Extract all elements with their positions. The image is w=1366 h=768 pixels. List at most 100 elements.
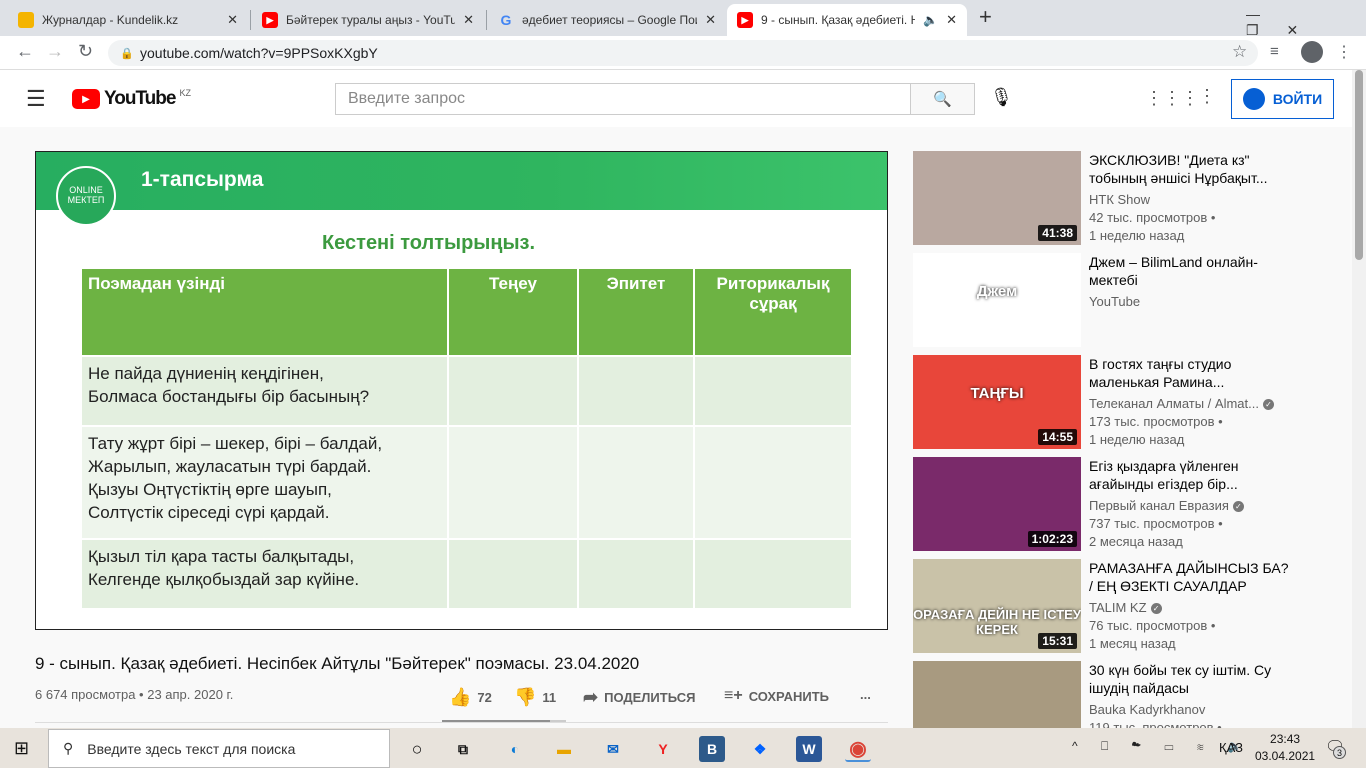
login-label: ВОЙТИ (1272, 91, 1323, 107)
yandex-icon[interactable]: Y (650, 736, 676, 762)
windows-start-icon[interactable]: ⊞ (14, 738, 29, 759)
close-tab-icon[interactable]: ✕ (946, 12, 957, 28)
search-input[interactable]: Введите запрос (335, 83, 911, 115)
media-control-icon[interactable]: ≡ (1270, 43, 1279, 60)
audio-icon[interactable]: 🔈 (923, 13, 938, 27)
date: 03.04.2021 (1255, 749, 1316, 763)
recommended-title[interactable]: ЭКСКЛЮЗИВ! "Диета кз" тобының әншісі Нұр… (1089, 151, 1289, 187)
tab-google[interactable]: Gәдебиет теориясы – Google Поиск ✕ (488, 4, 726, 36)
forward-icon[interactable]: → (46, 41, 64, 62)
video-duration: 1:02:23 (1027, 531, 1077, 547)
poem-line: Не пайда дүниенің кеңдігінен, (88, 364, 324, 383)
back-icon[interactable]: ← (16, 41, 34, 62)
recommended-title[interactable]: РАМАЗАНҒА ДАЙЫНСЫЗ БА? / ЕҢ ӨЗЕКТІ САУАЛ… (1089, 559, 1289, 595)
chrome-menu-icon[interactable]: ⋮ (1336, 42, 1352, 62)
share-label: ПОДЕЛИТЬСЯ (604, 690, 696, 705)
recommended-video[interactable]: 41:38 ЭКСКЛЮЗИВ! "Диета кз" тобының әншіс… (913, 151, 1353, 245)
window-controls[interactable]: —❐✕ (1246, 6, 1366, 39)
dropbox-icon[interactable]: ❖ (747, 736, 773, 762)
search-icon: 🔍 (933, 91, 952, 108)
poem-line: Жарылып, жауласатын түрі бардай. (88, 457, 372, 476)
share-button[interactable]: ➦ ПОДЕЛИТЬСЯ (583, 687, 695, 708)
like-button[interactable]: 👍 72 (449, 687, 492, 708)
channel-name[interactable]: НТК Show (1089, 192, 1150, 207)
settings-menu-icon[interactable]: ⋮ (1198, 86, 1216, 107)
clock[interactable]: 23:43 03.04.2021 (1255, 731, 1315, 765)
recommended-title[interactable]: 30 күн бойы тек су іштім. Су ішудің пайд… (1089, 661, 1289, 697)
channel-name[interactable]: Первый канал Евразия (1089, 498, 1229, 513)
new-tab-button[interactable]: + (979, 4, 992, 30)
upload-age: 1 месяц назад (1089, 636, 1176, 651)
thumbnail-overlay-text: ТАҢҒЫ (970, 385, 1024, 402)
notification-count: 3 (1333, 746, 1346, 759)
hamburger-menu-icon[interactable]: ☰ (26, 86, 46, 112)
poem-line: Болмаса бостандығы бір басының? (88, 387, 370, 406)
close-tab-icon[interactable]: ✕ (463, 12, 474, 28)
file-explorer-icon[interactable]: ▬ (551, 736, 577, 762)
login-button[interactable]: ВОЙТИ (1231, 79, 1334, 119)
youtube-icon: ▶ (262, 12, 278, 28)
channel-name[interactable]: Bauka Kadyrkhanov (1089, 702, 1205, 717)
channel-name[interactable]: TALIM KZ (1089, 600, 1147, 615)
close-tab-icon[interactable]: ✕ (227, 12, 238, 28)
divider (486, 10, 487, 30)
video-thumbnail[interactable]: ОРАЗАҒА ДЕЙІН НЕ ІСТЕУ КЕРЕК 15:31 (913, 559, 1081, 653)
cortana-icon[interactable]: ○ (404, 736, 430, 762)
profile-icon[interactable] (1301, 41, 1323, 63)
recommended-video[interactable]: Джем Джем – BilimLand онлайн-мектебі YouTu… (913, 253, 1353, 347)
page-scrollbar[interactable] (1352, 70, 1366, 728)
youtube-logo[interactable]: ▶ YouTube KZ (72, 88, 191, 110)
view-count: 173 тыс. просмотров • (1089, 414, 1223, 429)
lock-icon: 🔒 (120, 47, 134, 60)
word-icon[interactable]: W (796, 736, 822, 762)
apps-grid-icon[interactable]: ⋮⋮⋮ (1145, 88, 1199, 109)
scrollbar-thumb[interactable] (1355, 70, 1363, 260)
tab-title: әдебиет теориясы – Google Поиск (522, 13, 698, 27)
close-tab-icon[interactable]: ✕ (705, 12, 716, 28)
verified-icon: ✓ (1150, 603, 1162, 615)
more-actions-button[interactable]: ... (860, 687, 871, 702)
upload-age: 1 неделю назад (1089, 228, 1185, 243)
edge-icon[interactable]: ◐ (502, 736, 528, 762)
channel-name[interactable]: Телеканал Алматы / Almat... (1089, 396, 1259, 411)
recommended-title[interactable]: Джем – BilimLand онлайн-мектебі (1089, 253, 1289, 289)
video-thumbnail[interactable]: ТАҢҒЫ 14:55 (913, 355, 1081, 449)
header-cell: Теңеу (447, 267, 579, 357)
bilimland-icon[interactable]: B (699, 736, 725, 762)
tab-title: Журналдар - Kundelik.kz (42, 13, 179, 27)
taskbar-search[interactable]: ⚲ Введите здесь текст для поиска (48, 729, 390, 768)
microphone-icon[interactable]: 🎙 (990, 87, 1013, 108)
tab-kundelik[interactable]: Журналдар - Kundelik.kz ✕ (8, 4, 248, 36)
bookmark-star-icon[interactable]: ☆ (1232, 42, 1247, 62)
save-button[interactable]: ≡+ СОХРАНИТЬ (724, 687, 829, 705)
recommended-title[interactable]: В гостях таңғы студио маленькая Рамина..… (1089, 355, 1289, 391)
url-input[interactable]: 🔒 youtube.com/watch?v=9PPSoxKXgbY (108, 40, 1258, 66)
tab-baiterek[interactable]: ▶ Бәйтерек туралы аңыз - YouTube ✕ (252, 4, 484, 36)
view-count: 42 тыс. просмотров • (1089, 210, 1216, 225)
mail-icon[interactable]: ✉ (600, 736, 626, 762)
channel-name[interactable]: YouTube (1089, 294, 1140, 309)
video-thumbnail[interactable]: Джем (913, 253, 1081, 347)
recommended-video[interactable]: 1:02:23 Егіз қыздарға үйленген ағайынды е… (913, 457, 1353, 551)
recommended-title[interactable]: Егіз қыздарға үйленген ағайынды егіздер … (1089, 457, 1289, 493)
notifications-icon[interactable]: 🗨3 (1325, 737, 1346, 759)
recommended-video[interactable]: ТАҢҒЫ 14:55 В гостях таңғы студио маленька… (913, 355, 1353, 449)
poem-line: Тату жұрт бірі – шекер, бірі – балдай, (88, 434, 383, 453)
search-button[interactable]: 🔍 (910, 83, 975, 115)
recommended-video[interactable]: ОРАЗАҒА ДЕЙІН НЕ ІСТЕУ КЕРЕК 15:31 РАМАЗАН… (913, 559, 1353, 653)
dislike-button[interactable]: 👎 11 (514, 687, 556, 708)
url-text: youtube.com/watch?v=9PPSoxKXgbY (140, 45, 378, 61)
slide-task-title: 1-тапсырма (141, 168, 264, 191)
reload-icon[interactable]: ↻ (78, 41, 93, 62)
task-view-icon[interactable]: ⧉ (450, 736, 476, 762)
video-player[interactable]: ONLINE МЕКТЕП 1-тапсырма Кестені толтыры… (35, 151, 888, 630)
video-thumbnail[interactable]: 1:02:23 (913, 457, 1081, 551)
input-language[interactable]: ҚАЗ (1219, 740, 1243, 755)
tab-active-video[interactable]: ▶ 9 - сынып. Қазақ әдебиеті. Несіпбек 🔈 ✕ (727, 4, 967, 36)
video-thumbnail[interactable]: 41:38 (913, 151, 1081, 245)
youtube-icon: ▶ (737, 12, 753, 28)
thumbnail-overlay-text: Джем (976, 283, 1018, 300)
slide-instruction: Кестені толтырыңыз. (321, 232, 536, 254)
thumbs-down-icon: 👎 (514, 687, 537, 707)
chrome-icon[interactable]: ◉ (845, 736, 871, 762)
